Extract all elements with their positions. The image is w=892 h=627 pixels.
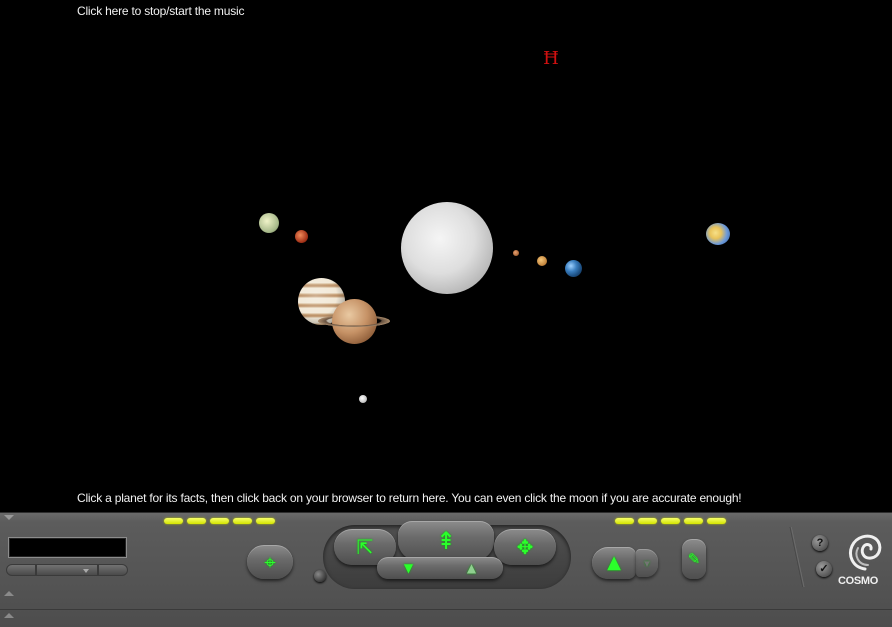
status-light xyxy=(256,518,275,524)
status-light xyxy=(638,518,657,524)
cosmo-logo-icon xyxy=(849,534,882,571)
view-options-button[interactable]: ▾ xyxy=(636,549,658,577)
collapse-toolbar-icon[interactable] xyxy=(4,515,14,520)
status-light xyxy=(210,518,229,524)
edit-button[interactable]: ✎ xyxy=(682,539,706,579)
vrml-scene-viewport[interactable]: Click here to stop/start the music Ħ Cli… xyxy=(0,0,892,512)
help-button[interactable]: ? xyxy=(812,535,828,551)
red-h-marker-icon: Ħ xyxy=(543,48,559,69)
tilt-down-icon[interactable]: ▼ xyxy=(404,562,413,574)
viewpoint-menu-button[interactable] xyxy=(36,564,98,576)
earth-planet[interactable] xyxy=(565,260,582,277)
straighten-icon: ▲ xyxy=(607,552,621,573)
status-lights-right xyxy=(615,518,726,524)
expand-up-icon[interactable] xyxy=(4,591,14,596)
mercury-planet[interactable] xyxy=(513,250,519,256)
chevron-down-icon xyxy=(83,569,89,573)
tilt-buttons: ▼ ▲ xyxy=(377,557,503,579)
go-icon: ⇱ xyxy=(356,535,374,559)
float-ball-button[interactable] xyxy=(314,570,326,582)
status-light xyxy=(164,518,183,524)
status-light xyxy=(707,518,726,524)
expand-up-icon[interactable] xyxy=(4,613,14,618)
straighten-button[interactable]: ▲ xyxy=(592,547,636,579)
preferences-button[interactable]: ✓ xyxy=(816,561,832,577)
status-lights-left xyxy=(164,518,275,524)
cosmo-player-toolbar: ⌖ ⇱ ⇞ ✥ ▼ ▲ ▲ ▾ ✎ ? ✓ COSMO xyxy=(0,512,892,627)
pan-button[interactable]: ✥ xyxy=(494,529,556,565)
viewpoint-navigator xyxy=(6,564,128,576)
status-light xyxy=(661,518,680,524)
mars-planet[interactable] xyxy=(295,230,308,243)
music-toggle-link[interactable]: Click here to stop/start the music xyxy=(77,4,244,18)
toolbar-separator xyxy=(789,527,805,587)
uranus-planet[interactable] xyxy=(259,213,279,233)
status-light xyxy=(684,518,703,524)
instructions-text: Click a planet for its facts, then click… xyxy=(77,491,742,505)
zoom-button[interactable]: ⇞ xyxy=(398,521,494,561)
pan-icon: ✥ xyxy=(516,535,534,559)
zoom-icon: ⇞ xyxy=(435,527,457,555)
next-viewpoint-button[interactable] xyxy=(98,564,128,576)
sun[interactable] xyxy=(401,202,493,294)
viewpoint-list[interactable] xyxy=(8,537,127,558)
venus-planet[interactable] xyxy=(537,256,547,266)
cosmo-brand-label: COSMO xyxy=(838,575,879,587)
moon[interactable] xyxy=(359,395,367,403)
status-light xyxy=(187,518,206,524)
tilt-up-icon[interactable]: ▲ xyxy=(467,562,476,574)
crosshair-icon: ⌖ xyxy=(264,550,276,574)
chevron-down-icon: ▾ xyxy=(644,556,650,570)
saturn-planet[interactable] xyxy=(318,298,390,346)
edit-pencil-icon: ✎ xyxy=(687,549,701,568)
status-light xyxy=(615,518,634,524)
seek-button[interactable]: ⌖ xyxy=(247,545,293,579)
status-light xyxy=(233,518,252,524)
neptune-planet[interactable] xyxy=(706,223,730,245)
previous-viewpoint-button[interactable] xyxy=(6,564,36,576)
toolbar-divider-line xyxy=(0,609,892,610)
